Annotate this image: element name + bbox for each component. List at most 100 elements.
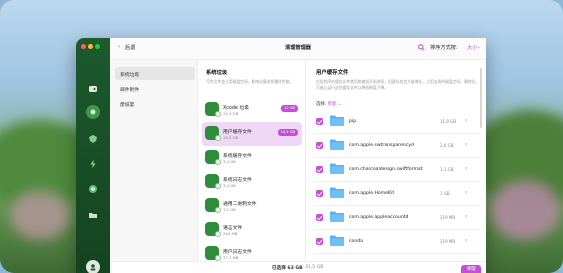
chevron-right-icon[interactable]: › bbox=[465, 141, 467, 148]
file-row[interactable]: com.apple.swtransparencyd 2,6 GB › bbox=[314, 134, 480, 158]
file-name: com.apple.swtransparencyd bbox=[349, 143, 414, 148]
folder-icon bbox=[330, 187, 344, 198]
file-name: com.apple.HomeKit bbox=[349, 191, 395, 196]
category-trash[interactable]: 废纸篓 bbox=[115, 97, 195, 110]
checkbox-icon[interactable] bbox=[215, 111, 221, 117]
checkbox-icon[interactable] bbox=[215, 159, 221, 165]
file-row[interactable]: com.apple.HomeKit 1 GB › bbox=[314, 182, 480, 206]
disk-icon[interactable] bbox=[86, 82, 100, 96]
cleanup-icon[interactable] bbox=[86, 105, 100, 119]
subcategory-item[interactable]: 系统缓存文件 3,4 GB bbox=[202, 146, 302, 170]
chevron-right-icon[interactable]: › bbox=[465, 237, 467, 244]
subcategory-item[interactable]: Xcode 垃圾 22,4 GB 12 GB bbox=[202, 98, 302, 122]
chevron-down-icon[interactable]: ⌄ bbox=[338, 102, 342, 107]
subcategory-description: 冗余文件会占用磁盘空间，影响设备发挥最佳性能。 bbox=[206, 79, 294, 84]
checkbox[interactable] bbox=[316, 214, 323, 221]
back-button[interactable]: 后退 bbox=[125, 44, 135, 51]
item-name: 系统缓存文件 bbox=[223, 154, 252, 159]
clean-button[interactable]: 清理 bbox=[461, 265, 481, 273]
file-size: 11,8 GB bbox=[440, 119, 457, 124]
chevron-right-icon[interactable]: › bbox=[465, 165, 467, 172]
folder-icon bbox=[330, 139, 344, 150]
folder-icon bbox=[330, 115, 344, 126]
file-row[interactable]: conda 219 MB › bbox=[314, 230, 480, 254]
file-name: conda bbox=[349, 239, 363, 244]
files-icon[interactable] bbox=[86, 208, 100, 222]
back-chevron-icon[interactable]: ‹ bbox=[118, 44, 120, 50]
total-size-label: 31,5 GB bbox=[305, 265, 324, 270]
desktop-background: ‹ 后退 清理管理器 排序方式按: 大小 ⌄ 系统垃圾 邮件附件 废纸篓 系统垃… bbox=[0, 0, 563, 273]
file-list-panel: 用户缓存文件 应用程序的缓存文件就用来缩短开机时间，但缓存也会大量增长，占用宝贵… bbox=[306, 60, 486, 273]
protection-icon[interactable] bbox=[86, 132, 100, 146]
bottom-bar: 已选择 63 GB 31,5 GB 清理 bbox=[112, 261, 486, 273]
item-size: 1,1 GB bbox=[223, 207, 236, 212]
selected-size-badge: 12 GB bbox=[281, 105, 298, 112]
item-name: 语言文件 bbox=[223, 226, 243, 231]
checkbox-icon[interactable] bbox=[215, 231, 221, 237]
checkbox-icon[interactable] bbox=[215, 183, 221, 189]
chevron-right-icon[interactable]: › bbox=[465, 189, 467, 196]
item-size: 240 MB bbox=[223, 231, 238, 236]
item-name: Xcode 垃圾 bbox=[223, 106, 249, 111]
app-sidebar bbox=[76, 38, 110, 273]
file-size: 1 GB bbox=[440, 191, 450, 196]
checkbox[interactable] bbox=[316, 142, 323, 149]
folder-icon bbox=[330, 163, 344, 174]
subcategory-panel: 系统垃圾 冗余文件会占用磁盘空间，影响设备发挥最佳性能。 Xcode 垃圾 22… bbox=[198, 60, 306, 273]
subcategory-item[interactable]: 系统日志文件 3,4 GB bbox=[202, 170, 302, 194]
checkbox[interactable] bbox=[316, 166, 323, 173]
checkbox[interactable] bbox=[316, 238, 323, 245]
file-row[interactable]: pip 11,8 GB › bbox=[314, 110, 480, 134]
subcategory-item[interactable]: 语言文件 240 MB bbox=[202, 218, 302, 242]
item-size: 3,4 GB bbox=[223, 183, 236, 188]
background-flowers bbox=[490, 180, 560, 240]
subcategory-item[interactable]: 通用二进制文件 1,1 GB bbox=[202, 194, 302, 218]
file-row[interactable]: com.apple.appleaccountd 219 MB › bbox=[314, 206, 480, 230]
speed-icon[interactable] bbox=[86, 157, 100, 171]
file-size: 219 MB bbox=[440, 215, 456, 220]
apps-icon[interactable] bbox=[86, 182, 100, 196]
minimize-window-button[interactable] bbox=[88, 44, 93, 49]
file-name: com.apple.appleaccountd bbox=[349, 215, 409, 220]
maximize-window-button[interactable] bbox=[95, 44, 100, 49]
folder-icon bbox=[330, 211, 344, 222]
sort-label: 排序方式按: bbox=[430, 45, 458, 51]
category-system-junk[interactable]: 系统垃圾 bbox=[115, 67, 195, 80]
checkbox[interactable] bbox=[316, 118, 323, 125]
item-name: 通用二进制文件 bbox=[223, 202, 257, 207]
category-list: 系统垃圾 邮件附件 废纸篓 bbox=[110, 60, 198, 273]
item-size: 3,4 GB bbox=[223, 159, 236, 164]
chevron-right-icon[interactable]: › bbox=[465, 213, 467, 220]
main-heading: 用户缓存文件 bbox=[316, 70, 349, 76]
chevron-right-icon[interactable]: › bbox=[465, 117, 467, 124]
file-name: pip bbox=[349, 119, 357, 124]
chevron-down-icon[interactable]: ⌄ bbox=[477, 45, 481, 50]
search-icon[interactable] bbox=[418, 44, 425, 53]
account-icon[interactable] bbox=[86, 260, 100, 273]
sort-dropdown[interactable]: 大小 bbox=[467, 44, 477, 51]
checkbox-icon[interactable] bbox=[215, 135, 221, 141]
selected-size-badge: 18,5 GB bbox=[277, 129, 298, 136]
file-size: 1,1 GB bbox=[440, 167, 454, 172]
file-name: com.charcoaldesign.swiftformat bbox=[349, 167, 423, 172]
subcategory-heading: 系统垃圾 bbox=[206, 70, 228, 76]
item-name: 系统日志文件 bbox=[223, 178, 252, 183]
item-name: 用户缓存文件 bbox=[223, 130, 252, 135]
window-title: 清理管理器 bbox=[285, 45, 311, 51]
selected-size-label: 已选择 63 GB bbox=[272, 266, 303, 271]
file-row[interactable]: com.charcoaldesign.swiftformat 1,1 GB › bbox=[314, 158, 480, 182]
category-mail-attachments[interactable]: 邮件附件 bbox=[115, 82, 195, 95]
checkbox[interactable] bbox=[316, 190, 323, 197]
item-name: 用户日志文件 bbox=[223, 250, 252, 255]
close-window-button[interactable] bbox=[81, 44, 86, 49]
item-size: 18,5 GB bbox=[223, 135, 239, 140]
scrollbar[interactable] bbox=[480, 68, 482, 128]
cleaner-window: ‹ 后退 清理管理器 排序方式按: 大小 ⌄ 系统垃圾 邮件附件 废纸篓 系统垃… bbox=[76, 38, 486, 273]
item-size: 22,4 GB bbox=[223, 111, 239, 116]
subcategory-item-selected[interactable]: 用户缓存文件 18,5 GB 18,5 GB bbox=[202, 122, 302, 146]
title-bar: ‹ 后退 清理管理器 排序方式按: 大小 ⌄ bbox=[110, 38, 486, 60]
checkbox-icon[interactable] bbox=[215, 207, 221, 213]
file-size: 219 MB bbox=[440, 239, 456, 244]
folder-icon bbox=[330, 235, 344, 246]
smart-select-dropdown[interactable]: 智能 bbox=[328, 102, 337, 107]
